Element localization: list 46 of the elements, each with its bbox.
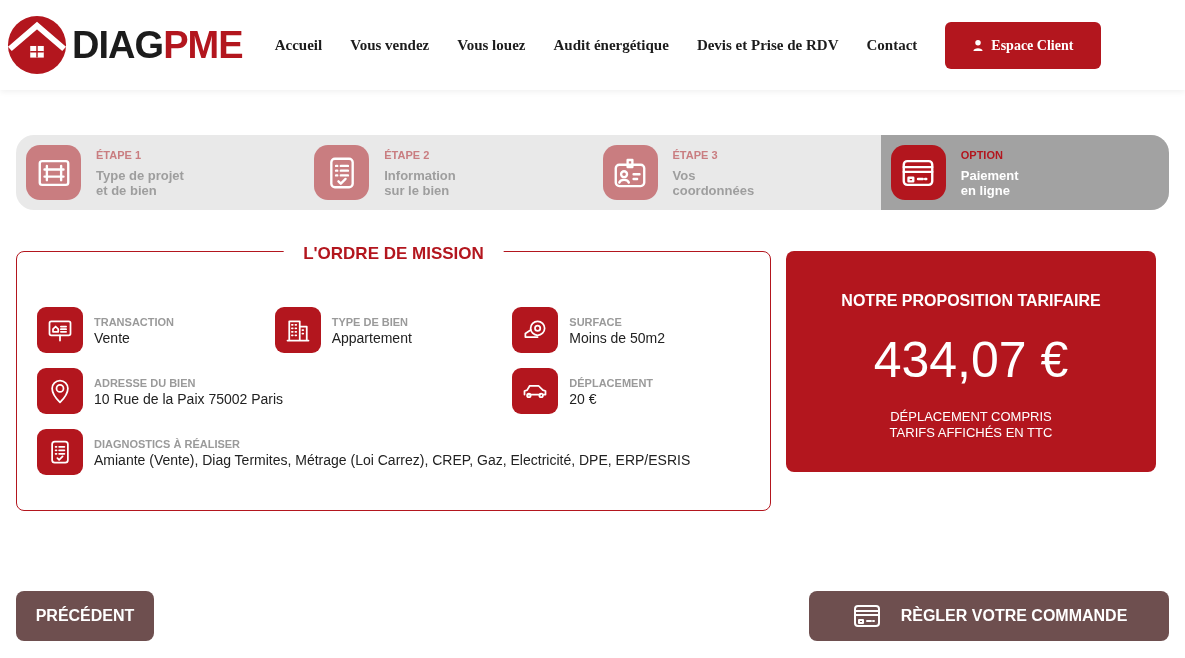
field-label: ADRESSE DU BIEN: [94, 375, 197, 391]
field-value: Vente: [94, 330, 131, 347]
step-title: Vos coordonnées: [672, 167, 755, 198]
step-title: Paiement en ligne: [960, 167, 1019, 198]
blueprint-icon: [26, 145, 81, 200]
nav-link[interactable]: Contact: [866, 33, 918, 57]
nav-link[interactable]: Vous louez: [457, 33, 526, 57]
step-title: Type de projet et de bien: [96, 167, 184, 198]
field-label: SURFACE: [569, 314, 623, 330]
logo-text: PME: [163, 26, 243, 64]
step-title: Information sur le bien: [384, 167, 456, 198]
checklist-icon: [314, 145, 370, 200]
house-sign-icon: [37, 307, 83, 353]
step-number: ÉTAPE 3: [672, 148, 719, 164]
nav-link[interactable]: Devis et Prise de RDV: [696, 33, 839, 57]
previous-button[interactable]: PRÉCÉDENT: [16, 591, 154, 641]
field-label: TYPE DE BIEN: [331, 314, 410, 330]
car-icon: [512, 368, 559, 414]
nav-link[interactable]: Audit énergétique: [553, 33, 669, 57]
step-number: OPTION: [960, 148, 1004, 164]
field-label: DIAGNOSTICS À RÉALISER: [94, 436, 242, 452]
logo-text: DIAG: [72, 26, 164, 64]
card-icon: [890, 145, 946, 200]
tape-measure-icon: [512, 307, 559, 353]
user-icon: [973, 39, 984, 51]
id-badge-icon: [602, 145, 658, 200]
building-icon: [274, 307, 321, 353]
field-value: Amiante (Vente), Diag Termites, Métrage (Loi Carrez), CREP, Gaz, Electricité, DPE, ERP/ESRIS: [94, 452, 691, 469]
client-area-button[interactable]: Espace Client: [945, 21, 1102, 69]
checklist-icon: [37, 429, 83, 475]
nav-link[interactable]: Accueil: [274, 33, 323, 57]
step-number: ÉTAPE 1: [96, 148, 143, 164]
field-label: DÉPLACEMENT: [569, 375, 654, 391]
step-number: ÉTAPE 2: [384, 148, 431, 164]
field-label: TRANSACTION: [94, 314, 175, 330]
field-value: Appartement: [331, 330, 412, 347]
field-value: 20 €: [569, 391, 598, 408]
field-value: Moins de 50m2: [569, 330, 666, 347]
pay-order-button[interactable]: RÈGLER VOTRE COMMANDE: [809, 591, 1169, 641]
price-note: DÉPLACEMENT COMPRIS TARIFS AFFICHÉS EN TTC: [889, 409, 1053, 441]
field-value: 10 Rue de la Paix 75002 Paris: [94, 391, 284, 408]
price-amount: 434,07 €: [873, 335, 1069, 385]
logo-house-icon: [6, 14, 68, 76]
nav-link[interactable]: Vous vendez: [350, 33, 430, 57]
location-pin-icon: [37, 368, 83, 414]
price-title: NOTRE PROPOSITION TARIFAIRE: [841, 291, 1101, 311]
